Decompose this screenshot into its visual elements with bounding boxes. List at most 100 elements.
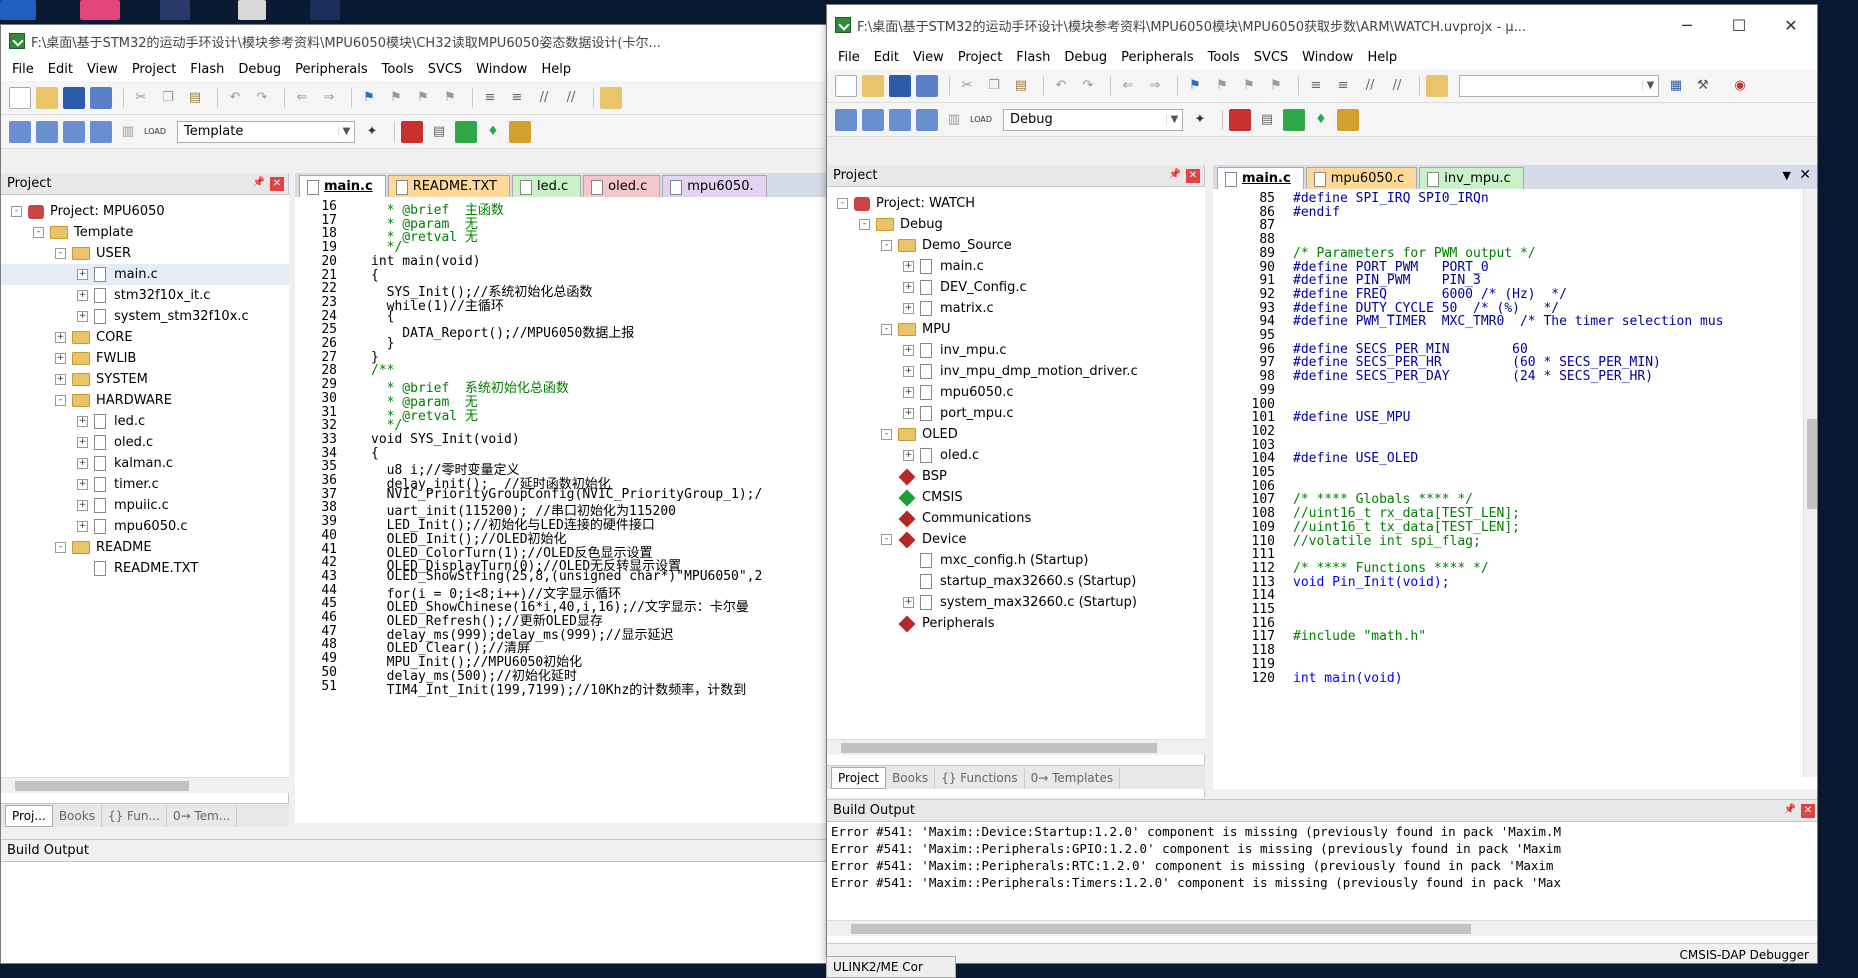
close-icon[interactable]: ✕ [1186,168,1200,183]
target-select[interactable]: Debug ▼ [1003,108,1183,131]
open-folder-icon[interactable] [862,74,884,97]
tab-oled-c[interactable]: oled.c [583,175,661,197]
bookmark-icon[interactable]: ⚑ [358,87,380,109]
tree-item-oled-c[interactable]: + oled.c [1,432,153,453]
tree-item-hardware[interactable]: - HARDWARE [1,390,172,411]
tree-horizontal-scrollbar[interactable] [1,777,289,793]
expand-icon[interactable]: + [77,521,88,532]
bottom-tab-1[interactable]: Books [886,766,936,789]
undo-icon[interactable]: ↶ [224,87,246,109]
expand-icon[interactable]: + [77,500,88,511]
incremental-find-icon[interactable]: ⚒ [1692,75,1714,97]
next-bookmark-icon[interactable]: ⚑ [1238,75,1260,97]
batch-build-icon[interactable] [916,108,938,131]
tree-item-mpu6050-c[interactable]: + mpu6050.c [827,382,1014,403]
tree-item-system[interactable]: + SYSTEM [1,369,148,390]
desktop-icon-2[interactable] [80,0,120,20]
tree-item-inv-mpu-dmp-motion-driver-c[interactable]: + inv_mpu_dmp_motion_driver.c [827,361,1138,382]
desktop-icon-3[interactable] [160,0,190,20]
menu-edit[interactable]: Edit [41,62,80,77]
expand-icon[interactable]: + [77,437,88,448]
left-title-bar[interactable]: F:\桌面\基于STM32的运动手环设计\模块参考资料\MPU6050模块\CH… [1,25,829,57]
menu-window[interactable]: Window [469,62,534,77]
code-editor[interactable]: 85 #define SPI_IRQ SPI0_IRQn 86 #endif 87 88 8… [1213,189,1803,777]
collapse-icon[interactable]: - [881,534,892,545]
tree-item-stm32f10x-it-c[interactable]: + stm32f10x_it.c [1,285,210,306]
tree-item-mpuiic-c[interactable]: + mpuiic.c [1,495,169,516]
new-file-icon[interactable] [9,86,31,109]
select-software-packs-icon[interactable]: ♦ [1310,109,1332,131]
collapse-icon[interactable]: - [881,429,892,440]
file-extensions-icon[interactable]: ▤ [428,121,450,143]
menu-flash[interactable]: Flash [1009,50,1057,65]
tree-item-startup-max32660-s-startup-[interactable]: startup_max32660.s (Startup) [827,571,1136,592]
build-icon[interactable] [36,120,58,143]
download-icon[interactable]: LOAD [144,121,166,143]
collapse-icon[interactable]: - [11,206,22,217]
code-editor[interactable]: 16 * @brief 主函数 17 * @param 无 18 * @retval… [295,197,829,823]
close-button[interactable]: ✕ [1765,16,1817,35]
tree-item-cmsis[interactable]: CMSIS [827,487,963,508]
debug-session-icon[interactable]: ◉ [1729,75,1751,97]
nav-forward-icon[interactable]: ⇒ [1144,75,1166,97]
redo-icon[interactable]: ↷ [251,87,273,109]
close-tab-icon[interactable]: ✕ [1799,167,1811,183]
target-options-icon[interactable]: ✦ [361,121,383,143]
tab-led-c[interactable]: led.c [511,175,582,197]
copy-icon[interactable]: ❐ [157,87,179,109]
expand-icon[interactable]: + [77,458,88,469]
nav-back-icon[interactable]: ⇐ [1117,75,1139,97]
menu-peripherals[interactable]: Peripherals [1114,50,1201,65]
run-time-environment-icon[interactable] [1337,108,1359,131]
maximize-button[interactable]: ☐ [1713,16,1765,35]
nav-forward-icon[interactable]: ⇒ [318,87,340,109]
stop-build-icon[interactable]: ▥ [943,109,965,131]
menu-tools[interactable]: Tools [375,62,421,77]
menu-file[interactable]: File [5,62,41,77]
collapse-icon[interactable]: - [55,542,66,553]
rebuild-icon[interactable] [889,108,911,131]
save-all-icon[interactable] [90,86,112,109]
scroll-thumb[interactable] [851,924,1471,934]
menu-view[interactable]: View [80,62,125,77]
tree-item-led-c[interactable]: + led.c [1,411,145,432]
expand-icon[interactable]: + [55,353,66,364]
close-icon[interactable]: ✕ [270,176,284,191]
menu-project[interactable]: Project [951,50,1009,65]
tree-item-main-c[interactable]: + main.c [1,264,289,285]
unindent-icon[interactable]: ≡ [1332,75,1354,97]
uncomment-icon[interactable]: // [560,87,582,109]
menu-project[interactable]: Project [125,62,183,77]
tree-item-oled-c[interactable]: + oled.c [827,445,979,466]
tree-item-timer-c[interactable]: + timer.c [1,474,159,495]
target-select[interactable]: Template ▼ [177,120,355,143]
bottom-tab-3[interactable]: 0→ Templates [1025,766,1121,789]
desktop-icon-4[interactable] [238,0,266,20]
tree-item-bsp[interactable]: BSP [827,466,947,487]
save-icon[interactable] [889,74,911,97]
tree-item-template[interactable]: - Template [1,222,133,243]
unindent-icon[interactable]: ≡ [506,87,528,109]
taskbar-item[interactable]: ULINK2/ME Cor [826,956,956,978]
tree-item-inv-mpu-c[interactable]: + inv_mpu.c [827,340,1006,361]
collapse-icon[interactable]: - [837,198,848,209]
new-file-icon[interactable] [835,74,857,97]
find-in-files-icon[interactable] [1426,74,1448,97]
scroll-thumb[interactable] [15,781,189,791]
bottom-tab-2[interactable]: {} Functions [935,766,1025,789]
tree-horizontal-scrollbar[interactable] [827,739,1205,755]
expand-icon[interactable]: + [903,450,914,461]
tree-item-mpu6050-c[interactable]: + mpu6050.c [1,516,188,537]
indent-icon[interactable]: ≡ [1305,75,1327,97]
expand-icon[interactable]: + [903,408,914,419]
save-all-icon[interactable] [916,74,938,97]
tree-item-oled[interactable]: - OLED [827,424,958,445]
comment-icon[interactable]: // [533,87,555,109]
redo-icon[interactable]: ↷ [1077,75,1099,97]
prev-bookmark-icon[interactable]: ⚑ [385,87,407,109]
collapse-icon[interactable]: - [33,227,44,238]
menu-tools[interactable]: Tools [1201,50,1247,65]
build-icon[interactable] [862,108,884,131]
expand-icon[interactable]: + [903,345,914,356]
tree-item-debug[interactable]: - Debug [827,214,943,235]
